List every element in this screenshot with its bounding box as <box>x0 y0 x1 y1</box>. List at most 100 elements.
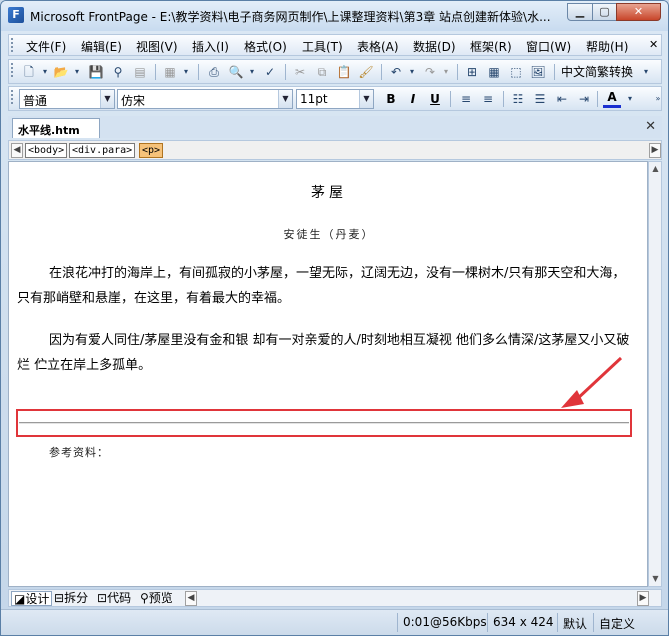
undo-dropdown-icon[interactable]: ▾ <box>403 63 421 81</box>
menu-window[interactable]: 窗口(W) <box>526 38 571 55</box>
title-bar: F Microsoft FrontPage - E:\教学资料\电子商务网页制作… <box>1 1 668 31</box>
tag-prev-icon[interactable]: ◀ <box>11 143 23 158</box>
view-tabs-bar: ◪设计 ⊟拆分 ⊡代码 ⚲预览 ◀ ▶ <box>8 589 662 607</box>
font-color-dropdown-icon[interactable]: ▾ <box>621 90 639 108</box>
menu-view[interactable]: 视图(V) <box>136 38 178 55</box>
menu-help[interactable]: 帮助(H) <box>586 38 628 55</box>
paragraph-2[interactable]: 因为有爱人同住/茅屋里没有金和银 却有一对亲爱的人/时刻地相互凝视 他们多么情深… <box>17 328 637 378</box>
design-page[interactable]: 茅屋 安徒生（丹麦） 在浪花冲打的海岸上，有间孤寂的小茅屋，一望无际，辽阔无边，… <box>8 161 648 587</box>
cut-icon[interactable]: ✂ <box>291 63 309 81</box>
toolbar-options-icon[interactable]: » <box>649 90 667 108</box>
formatting-toolbar: 普通 ▼ 仿宋 ▼ 11pt ▼ B I U ≡ ≡ ☷ ☰ ⇤ ⇥ A ▾ » <box>8 86 662 111</box>
page-dimensions[interactable]: 634 x 424 <box>493 615 554 629</box>
bold-button[interactable]: B <box>382 90 400 108</box>
insert-picture-icon[interactable]: 🖼 <box>529 63 547 81</box>
menu-data[interactable]: 数据(D) <box>413 38 456 55</box>
toolbar-separator <box>597 91 598 107</box>
spelling-icon[interactable]: ✓ <box>261 63 279 81</box>
redo-dropdown-icon[interactable]: ▾ <box>437 63 455 81</box>
toolbar-separator <box>554 64 555 80</box>
hscroll-right-icon[interactable]: ▶ <box>637 591 649 606</box>
close-tab-icon[interactable]: ✕ <box>645 119 656 134</box>
scroll-down-icon[interactable]: ▼ <box>650 572 661 586</box>
references-label: 参考资料： <box>49 446 109 459</box>
close-button[interactable]: ✕ <box>616 3 661 21</box>
underline-button[interactable]: U <box>426 90 444 108</box>
toolbar-grip[interactable] <box>11 63 14 77</box>
tab-split[interactable]: ⊟拆分 <box>54 591 88 606</box>
menu-file[interactable]: 文件(F) <box>26 38 66 55</box>
web-component-icon[interactable]: ⊞ <box>463 63 481 81</box>
menu-frames[interactable]: 框架(R) <box>470 38 512 55</box>
split-view-icon: ⊟ <box>54 591 65 605</box>
status-bar: 0:01@56Kbps 634 x 424 默认 自定义 <box>1 609 668 635</box>
tab-code-label: 代码 <box>107 591 132 605</box>
insert-layer-icon[interactable]: ⬚ <box>507 63 525 81</box>
menu-edit[interactable]: 编辑(E) <box>81 38 122 55</box>
page-title: 茅屋 <box>311 185 347 201</box>
font-size-value: 11pt <box>300 92 328 106</box>
decrease-indent-icon[interactable]: ⇤ <box>553 90 571 108</box>
toolbar-separator <box>381 64 382 80</box>
tag-body[interactable]: <body> <box>25 143 68 158</box>
align-left-icon[interactable]: ≡ <box>457 90 475 108</box>
font-size-select[interactable]: 11pt ▼ <box>296 89 374 109</box>
chevron-down-icon[interactable]: ▼ <box>278 90 292 108</box>
menu-insert[interactable]: 插入(I) <box>192 38 229 55</box>
tab-design-label: 设计 <box>25 592 50 606</box>
toolbar-separator <box>503 91 504 107</box>
design-view-icon: ◪ <box>14 592 26 606</box>
tab-design[interactable]: ◪设计 <box>11 591 53 606</box>
page-author: 安徒生（丹麦） <box>283 228 375 241</box>
italic-button[interactable]: I <box>404 90 422 108</box>
tab-preview[interactable]: ⚲预览 <box>140 591 173 606</box>
preview-view-icon: ⚲ <box>140 591 149 605</box>
toolbar-grip[interactable] <box>11 38 14 52</box>
css-mode[interactable]: 自定义 <box>599 615 635 632</box>
chevron-down-icon[interactable]: ▼ <box>359 90 373 108</box>
download-speed: 0:01@56Kbps <box>403 615 487 629</box>
html-mode[interactable]: 默认 <box>563 615 587 632</box>
highlight-box <box>16 409 632 437</box>
chinese-conversion-dropdown-icon[interactable]: ▾ <box>637 63 655 81</box>
align-center-icon[interactable]: ≡ <box>479 90 497 108</box>
menu-format[interactable]: 格式(O) <box>244 38 287 55</box>
chinese-conversion-button[interactable]: 中文简繁转换 <box>561 63 633 80</box>
format-painter-icon[interactable]: 🖌 <box>357 63 375 81</box>
font-select[interactable]: 仿宋 ▼ <box>117 89 293 109</box>
bullet-list-icon[interactable]: ☰ <box>531 90 549 108</box>
frontpage-app-icon: F <box>8 7 24 23</box>
toolbar-separator <box>198 64 199 80</box>
menu-table[interactable]: 表格(A) <box>357 38 399 55</box>
print-icon[interactable]: ⎙ <box>205 63 223 81</box>
chevron-down-icon[interactable]: ▼ <box>100 90 114 108</box>
preview-dropdown-icon[interactable]: ▾ <box>243 63 261 81</box>
find-binoculars-icon[interactable]: ⚲ <box>109 63 127 81</box>
scroll-up-icon[interactable]: ▲ <box>650 162 661 176</box>
menu-tools[interactable]: 工具(T) <box>302 38 343 55</box>
font-color-button[interactable]: A <box>603 90 621 108</box>
status-separator <box>397 613 398 632</box>
increase-indent-icon[interactable]: ⇥ <box>575 90 593 108</box>
insert-table-icon[interactable]: ▦ <box>485 63 503 81</box>
tag-div-para[interactable]: <div.para> <box>69 143 136 158</box>
paragraph-1[interactable]: 在浪花冲打的海岸上，有间孤寂的小茅屋，一望无际，辽阔无边，没有一棵树木/只有那天… <box>17 261 637 311</box>
document-tab[interactable]: 水平线.htm <box>12 118 100 138</box>
tag-next-icon[interactable]: ▶ <box>649 143 661 158</box>
hscroll-left-icon[interactable]: ◀ <box>185 591 197 606</box>
style-select[interactable]: 普通 ▼ <box>19 89 115 109</box>
save-icon[interactable]: 💾 <box>87 63 105 81</box>
numbered-list-icon[interactable]: ☷ <box>509 90 527 108</box>
tab-code[interactable]: ⊡代码 <box>97 591 131 606</box>
maximize-button[interactable]: ▢ <box>592 3 617 21</box>
folder-list-dropdown-icon[interactable]: ▾ <box>177 63 195 81</box>
close-document-icon[interactable]: ✕ <box>649 38 658 51</box>
toolbar-grip[interactable] <box>11 90 14 104</box>
minimize-button[interactable]: ▁ <box>567 3 593 21</box>
paste-icon[interactable]: 📋 <box>335 63 353 81</box>
vertical-scrollbar[interactable]: ▲ ▼ <box>648 161 662 587</box>
tag-p[interactable]: <p> <box>139 143 164 158</box>
publish-icon[interactable]: ▤ <box>131 63 149 81</box>
copy-icon[interactable]: ⧉ <box>313 63 331 81</box>
open-dropdown-icon[interactable]: ▾ <box>68 63 86 81</box>
